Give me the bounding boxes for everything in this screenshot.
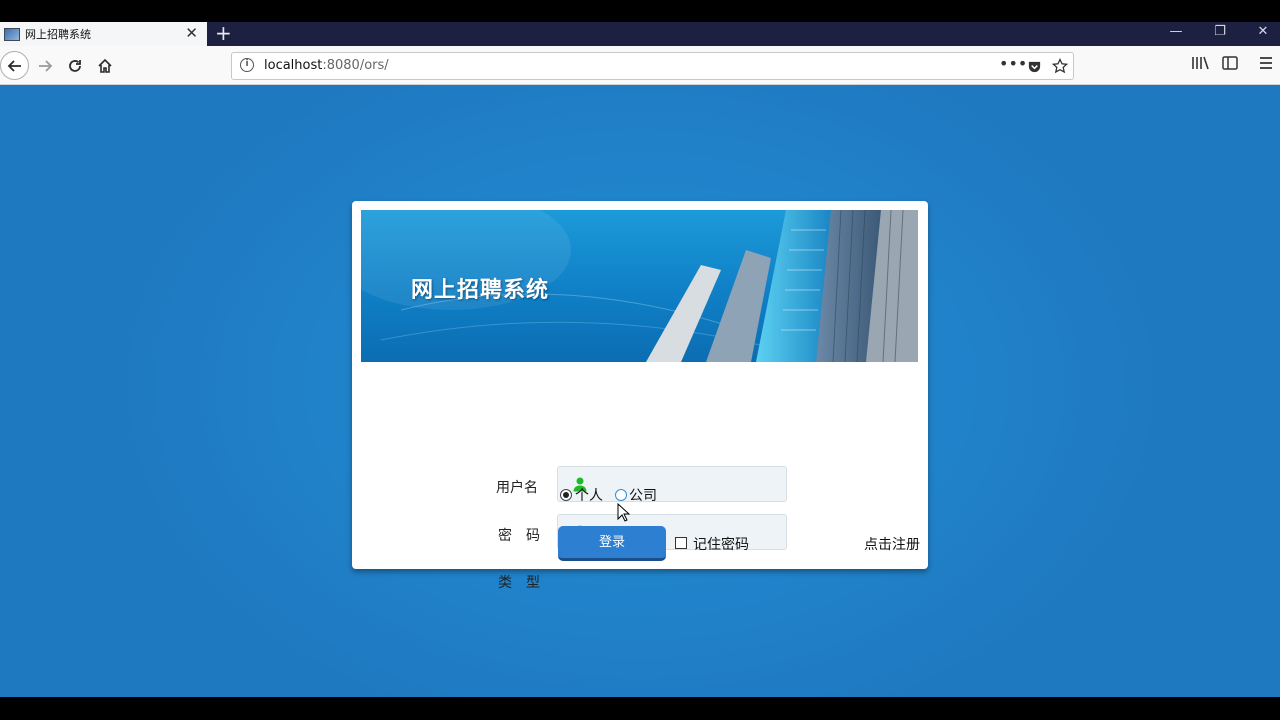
- page-viewport: 网上招聘系统 用户名 密 码 类 型 个人 公司 登录 记住密码 点击注册: [0, 85, 1280, 697]
- type-label: 类 型: [498, 575, 540, 591]
- back-arrow-icon: [7, 60, 21, 72]
- address-bar[interactable]: i localhost:8080/ors/ •••: [231, 52, 1074, 80]
- forward-button[interactable]: [31, 52, 59, 80]
- login-card: 网上招聘系统 用户名 密 码 类 型 个人 公司 登录 记住密码 点击注册: [352, 201, 928, 591]
- header-banner: 网上招聘系统: [361, 210, 918, 362]
- pocket-icon[interactable]: [1027, 59, 1042, 74]
- page-actions-icon[interactable]: •••: [999, 54, 1027, 73]
- site-info-icon[interactable]: i: [240, 58, 254, 72]
- back-button[interactable]: [0, 51, 29, 80]
- tab-close-icon[interactable]: ✕: [185, 25, 198, 41]
- radio-company[interactable]: [615, 489, 627, 501]
- forward-arrow-icon: [39, 60, 53, 72]
- url-text[interactable]: localhost:8080/ors/: [264, 58, 389, 73]
- reload-button[interactable]: [61, 52, 89, 80]
- tab-title: 网上招聘系统: [25, 28, 91, 41]
- url-host: localhost: [264, 58, 323, 73]
- radio-company-label[interactable]: 公司: [629, 485, 657, 505]
- home-icon: [98, 58, 112, 73]
- reload-icon: [69, 60, 81, 72]
- radio-personal-label[interactable]: 个人: [575, 485, 603, 505]
- library-icon[interactable]: [1191, 55, 1209, 71]
- url-path: :8080/ors/: [322, 58, 389, 73]
- new-tab-button[interactable]: +: [215, 22, 232, 44]
- remember-checkbox[interactable]: [675, 537, 687, 549]
- restore-button[interactable]: ❐: [1198, 22, 1242, 44]
- login-button[interactable]: 登录: [558, 526, 666, 561]
- mouse-cursor-icon: [617, 503, 631, 522]
- favicon-icon: [4, 27, 20, 41]
- register-link[interactable]: 点击注册: [864, 534, 920, 554]
- remember-label[interactable]: 记住密码: [693, 534, 749, 554]
- radio-personal[interactable]: [560, 489, 572, 501]
- tab-strip: 网上招聘系统 ✕ + — ❐ ✕: [0, 22, 1280, 46]
- close-window-button[interactable]: ✕: [1241, 22, 1280, 44]
- screen-top-strip: [0, 0, 1280, 22]
- hamburger-menu-icon[interactable]: [1259, 55, 1273, 71]
- username-label: 用户名: [496, 480, 538, 496]
- banner-title: 网上招聘系统: [411, 277, 550, 303]
- password-label: 密 码: [498, 528, 540, 544]
- home-button[interactable]: [91, 52, 119, 80]
- sidebar-toggle-icon[interactable]: [1222, 55, 1238, 71]
- screen-bottom-strip: [0, 697, 1280, 720]
- bookmark-star-icon[interactable]: [1052, 58, 1068, 74]
- browser-tab[interactable]: 网上招聘系统 ✕: [0, 22, 207, 46]
- minimize-button[interactable]: —: [1154, 22, 1198, 44]
- navigation-toolbar: i localhost:8080/ors/ •••: [0, 46, 1280, 85]
